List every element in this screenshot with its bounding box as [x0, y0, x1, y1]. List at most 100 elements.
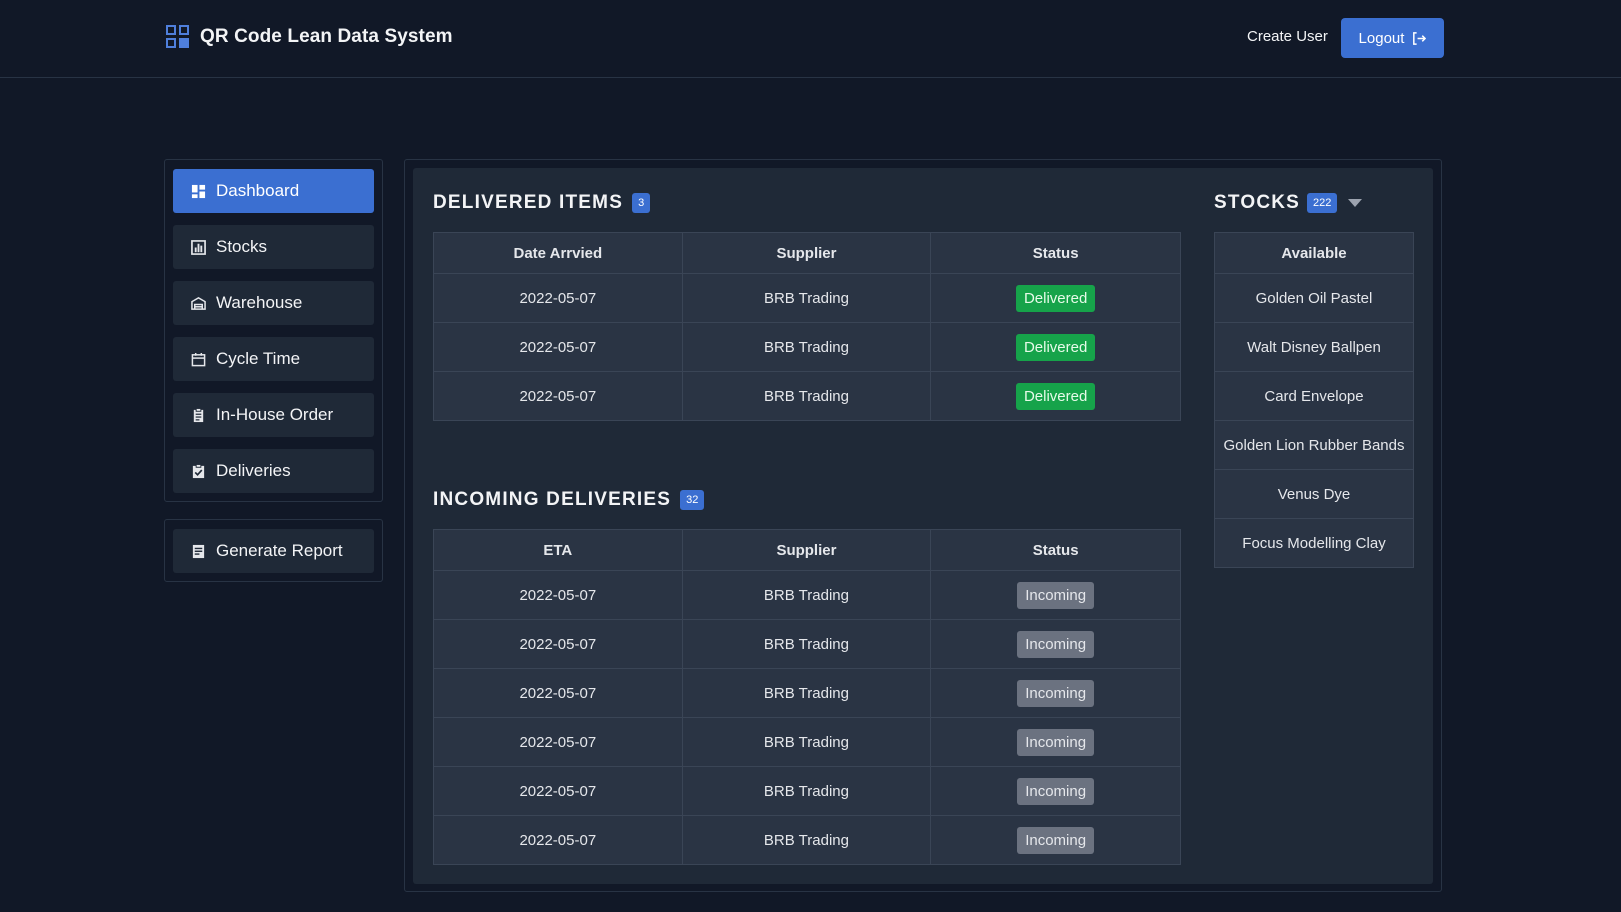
table-row[interactable]: Focus Modelling Clay	[1214, 518, 1414, 568]
qr-code-icon	[166, 25, 189, 48]
sidebar-item-label: Warehouse	[216, 293, 303, 312]
supplier-cell: BRB Trading	[681, 570, 932, 620]
incoming-deliveries-title: INCOMING DELIVERIES	[433, 489, 672, 510]
sidebar-nav: Dashboard Stocks Warehouse Cycle Time In…	[164, 159, 383, 502]
stock-item-cell: Golden Oil Pastel	[1214, 273, 1414, 323]
status-cell: Delivered	[930, 273, 1181, 323]
column-header[interactable]: Supplier	[681, 529, 932, 571]
report-icon	[192, 544, 205, 558]
table-row[interactable]: Card Envelope	[1214, 371, 1414, 421]
column-header[interactable]: Supplier	[681, 232, 932, 274]
table-row[interactable]: Golden Lion Rubber Bands	[1214, 420, 1414, 470]
chevron-down-icon[interactable]	[1348, 199, 1363, 207]
table-header-row: Available	[1214, 232, 1414, 274]
status-cell: Incoming	[930, 619, 1181, 669]
status-badge: Incoming	[1017, 679, 1095, 707]
date-cell: 2022-05-07	[433, 668, 683, 718]
date-cell: 2022-05-07	[433, 322, 683, 372]
table-header-row: Date Arrvied Supplier Status	[433, 232, 1181, 274]
top-navbar: QR Code Lean Data System Create User Log…	[0, 0, 1621, 78]
status-badge: Delivered	[1015, 333, 1096, 361]
table-row[interactable]: Golden Oil Pastel	[1214, 273, 1414, 323]
supplier-cell: BRB Trading	[681, 273, 932, 323]
status-cell: Delivered	[930, 322, 1181, 372]
table-row[interactable]: Venus Dye	[1214, 469, 1414, 519]
table-row[interactable]: 2022-05-07 BRB Trading Incoming	[433, 668, 1181, 718]
status-cell: Incoming	[930, 766, 1181, 816]
column-header[interactable]: ETA	[433, 529, 683, 571]
table-row[interactable]: 2022-05-07 BRB Trading Incoming	[433, 619, 1181, 669]
column-header[interactable]: Status	[930, 232, 1181, 274]
table-row[interactable]: 2022-05-07 BRB Trading Incoming	[433, 815, 1181, 865]
delivered-items-title: DELIVERED ITEMS	[433, 192, 624, 213]
supplier-cell: BRB Trading	[681, 668, 932, 718]
column-header[interactable]: Date Arrvied	[433, 232, 683, 274]
table-row[interactable]: 2022-05-07 BRB Trading Incoming	[433, 717, 1181, 767]
supplier-cell: BRB Trading	[681, 815, 932, 865]
status-cell: Incoming	[930, 815, 1181, 865]
app-title: QR Code Lean Data System	[200, 26, 453, 47]
table-row[interactable]: Walt Disney Ballpen	[1214, 322, 1414, 372]
stock-item-cell: Focus Modelling Clay	[1214, 518, 1414, 568]
date-cell: 2022-05-07	[433, 619, 683, 669]
status-badge: Delivered	[1015, 382, 1096, 410]
table-row[interactable]: 2022-05-07 BRB Trading Delivered	[433, 322, 1181, 372]
sidebar-item-stocks[interactable]: Stocks	[173, 225, 374, 269]
report-panel: Generate Report	[164, 519, 383, 582]
stocks-heading: STOCKS 222	[1214, 192, 1363, 214]
sidebar-item-dashboard[interactable]: Dashboard	[173, 169, 374, 213]
logout-icon	[1413, 31, 1427, 45]
delivered-items-heading: DELIVERED ITEMS 3	[433, 192, 651, 214]
sidebar-item-deliveries[interactable]: Deliveries	[173, 449, 374, 493]
sidebar-item-in-house-order[interactable]: In-House Order	[173, 393, 374, 437]
sidebar-item-cycle-time[interactable]: Cycle Time	[173, 337, 374, 381]
stock-item-cell: Walt Disney Ballpen	[1214, 322, 1414, 372]
table-row[interactable]: 2022-05-07 BRB Trading Delivered	[433, 371, 1181, 421]
table-row[interactable]: 2022-05-07 BRB Trading Incoming	[433, 766, 1181, 816]
supplier-cell: BRB Trading	[681, 766, 932, 816]
supplier-cell: BRB Trading	[681, 619, 932, 669]
column-header[interactable]: Available	[1214, 232, 1414, 274]
stock-item-cell: Venus Dye	[1214, 469, 1414, 519]
sidebar-item-label: Stocks	[216, 237, 268, 256]
logout-button[interactable]: Logout	[1341, 18, 1444, 58]
stocks-table: Available Golden Oil Pastel Walt Disney …	[1214, 232, 1414, 568]
stocks-count-badge: 222	[1307, 193, 1338, 213]
table-header-row: ETA Supplier Status	[433, 529, 1181, 571]
status-cell: Delivered	[930, 371, 1181, 421]
delivered-items-table: Date Arrvied Supplier Status 2022-05-07 …	[433, 232, 1181, 421]
date-cell: 2022-05-07	[433, 766, 683, 816]
sidebar-item-label: Dashboard	[216, 181, 300, 200]
status-badge: Delivered	[1015, 284, 1096, 312]
status-badge: Incoming	[1017, 728, 1095, 756]
incoming-deliveries-table: ETA Supplier Status 2022-05-07 BRB Tradi…	[433, 529, 1181, 865]
generate-report-button[interactable]: Generate Report	[173, 529, 374, 573]
clipboard-icon	[193, 407, 204, 422]
stocks-title: STOCKS	[1214, 192, 1301, 213]
stock-item-cell: Golden Lion Rubber Bands	[1214, 420, 1414, 470]
dashboard-icon	[191, 184, 206, 198]
supplier-cell: BRB Trading	[681, 371, 932, 421]
status-badge: Incoming	[1017, 777, 1095, 805]
generate-report-label: Generate Report	[216, 541, 343, 560]
column-header[interactable]: Status	[930, 529, 1181, 571]
sidebar-item-label: Deliveries	[216, 461, 291, 480]
incoming-count-badge: 32	[680, 490, 705, 510]
delivered-count-badge: 3	[632, 193, 651, 213]
sidebar-item-warehouse[interactable]: Warehouse	[173, 281, 374, 325]
brand[interactable]: QR Code Lean Data System	[166, 25, 453, 49]
supplier-cell: BRB Trading	[681, 717, 932, 767]
table-row[interactable]: 2022-05-07 BRB Trading Incoming	[433, 570, 1181, 620]
status-badge: Incoming	[1017, 630, 1095, 658]
status-badge: Incoming	[1017, 826, 1095, 854]
logout-label: Logout	[1358, 29, 1405, 47]
date-cell: 2022-05-07	[433, 815, 683, 865]
chart-icon	[191, 239, 206, 255]
clipboard-check-icon	[192, 463, 205, 478]
status-cell: Incoming	[930, 570, 1181, 620]
table-row[interactable]: 2022-05-07 BRB Trading Delivered	[433, 273, 1181, 323]
incoming-deliveries-heading: INCOMING DELIVERIES 32	[433, 489, 705, 511]
create-user-link[interactable]: Create User	[1247, 28, 1328, 45]
status-cell: Incoming	[930, 717, 1181, 767]
sidebar-item-label: In-House Order	[216, 405, 334, 424]
